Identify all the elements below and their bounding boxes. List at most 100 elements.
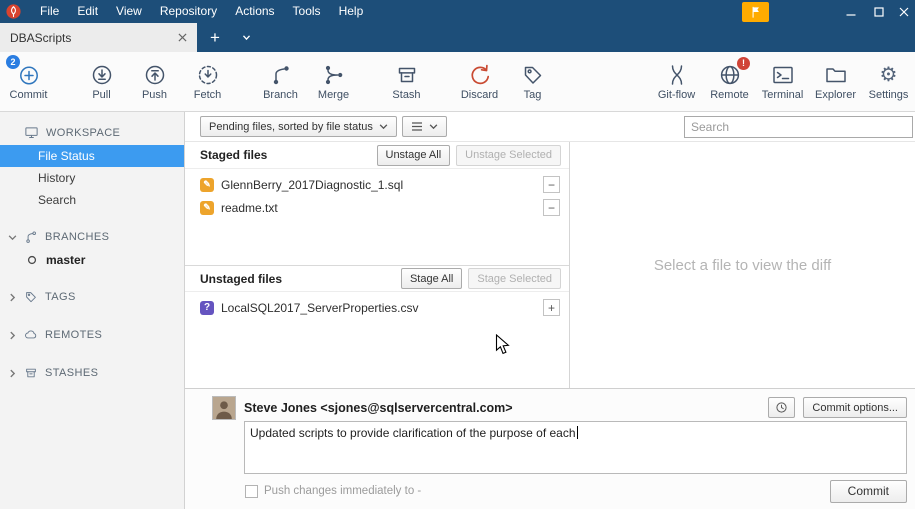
workspace-icon xyxy=(25,127,38,138)
remotes-cloud-icon xyxy=(25,330,37,339)
unstage-selected-button[interactable]: Unstage Selected xyxy=(456,144,561,166)
new-tab-button[interactable] xyxy=(197,23,233,52)
commit-button[interactable]: Commit xyxy=(829,479,907,503)
terminal-toolbar-button[interactable]: Terminal xyxy=(756,55,809,109)
sidebar-section-branches[interactable]: BRANCHES xyxy=(0,225,184,249)
tag-icon xyxy=(524,66,541,84)
window-controls xyxy=(742,0,915,23)
branch-toolbar-button[interactable]: Branch xyxy=(254,55,307,109)
staged-files-header: Staged files Unstage All Unstage Selecte… xyxy=(185,142,569,169)
filter-bar: Pending files, sorted by file status xyxy=(185,112,915,142)
fetch-icon xyxy=(198,65,217,84)
stage-all-button[interactable]: Stage All xyxy=(400,268,463,289)
fetch-toolbar-button[interactable]: Fetch xyxy=(181,55,234,109)
commit-count-badge: 2 xyxy=(6,54,20,69)
file-name: GlennBerry_2017Diagnostic_1.sql xyxy=(221,177,404,192)
commit-panel: Steve Jones <sjones@sqlservercentral.com… xyxy=(185,388,915,509)
tag-toolbar-button[interactable]: Tag xyxy=(506,55,559,109)
unstage-file-button[interactable] xyxy=(543,199,560,216)
staged-file-row[interactable]: GlennBerry_2017Diagnostic_1.sql xyxy=(185,173,569,196)
previous-messages-button[interactable] xyxy=(768,397,796,418)
close-icon xyxy=(899,7,909,16)
push-toolbar-button[interactable]: Push xyxy=(128,55,181,109)
search-input[interactable] xyxy=(684,115,913,138)
chevron-right-icon xyxy=(10,293,16,301)
gitflow-toolbar-button[interactable]: Git-flow xyxy=(650,55,703,109)
explorer-toolbar-button[interactable]: Explorer xyxy=(809,55,862,109)
merge-toolbar-button[interactable]: Merge xyxy=(307,55,360,109)
commit-icon xyxy=(19,66,38,84)
sidebar-item-file-status[interactable]: File Status xyxy=(0,145,184,167)
commit-options-button[interactable]: Commit options... xyxy=(803,397,907,418)
remote-alert-badge: ! xyxy=(737,56,750,70)
stage-file-button[interactable] xyxy=(543,299,560,316)
menu-help[interactable]: Help xyxy=(330,0,373,23)
chevron-down-icon xyxy=(8,234,17,240)
commit-message-input[interactable]: Updated scripts to provide clarification… xyxy=(244,421,907,474)
stash-toolbar-button[interactable]: Stash xyxy=(380,55,433,109)
text-caret xyxy=(576,426,578,439)
discard-icon xyxy=(471,64,489,84)
pull-toolbar-button[interactable]: Pull xyxy=(75,55,128,109)
remote-toolbar-button[interactable]: ! Remote xyxy=(703,55,756,109)
sidebar-section-workspace[interactable]: WORKSPACE xyxy=(0,120,184,145)
file-lists-pane: Staged files Unstage All Unstage Selecte… xyxy=(185,142,570,388)
stage-selected-button[interactable]: Stage Selected xyxy=(468,268,561,289)
tab-bar: DBAScripts xyxy=(0,23,915,52)
branch-dot-icon xyxy=(27,255,37,265)
chevron-down-icon xyxy=(429,124,438,130)
unstage-file-button[interactable] xyxy=(543,176,560,193)
commit-author: Steve Jones <sjones@sqlservercentral.com… xyxy=(244,400,513,415)
tab-close-icon[interactable] xyxy=(178,33,187,42)
sidebar-section-tags[interactable]: TAGS xyxy=(0,285,184,309)
view-options-button[interactable] xyxy=(401,116,447,137)
maximize-icon xyxy=(874,6,884,17)
chevron-down-icon xyxy=(379,124,388,130)
push-icon xyxy=(145,65,164,84)
minimize-button[interactable] xyxy=(837,0,865,23)
menu-repository[interactable]: Repository xyxy=(151,0,226,23)
tab-dbascripts[interactable]: DBAScripts xyxy=(0,23,197,52)
discard-toolbar-button[interactable]: Discard xyxy=(453,55,506,109)
sidebar-item-history[interactable]: History xyxy=(0,167,184,189)
title-bar: File Edit View Repository Actions Tools … xyxy=(0,0,915,23)
unstaged-files-header: Unstaged files Stage All Stage Selected xyxy=(185,265,569,292)
feedback-flag-button[interactable] xyxy=(742,1,769,22)
sourcetree-logo-icon xyxy=(6,4,21,19)
flag-icon xyxy=(752,6,759,18)
settings-toolbar-button[interactable]: Settings xyxy=(862,55,915,109)
unstage-all-button[interactable]: Unstage All xyxy=(376,144,451,166)
tab-title: DBAScripts xyxy=(10,30,72,45)
menu-actions[interactable]: Actions xyxy=(226,0,283,23)
pending-files-sort-dropdown[interactable]: Pending files, sorted by file status xyxy=(200,116,397,137)
chevron-right-icon xyxy=(10,369,16,377)
minimize-icon xyxy=(846,13,856,16)
tab-dropdown-button[interactable] xyxy=(233,23,259,52)
menu-tools[interactable]: Tools xyxy=(284,0,330,23)
maximize-button[interactable] xyxy=(865,0,893,23)
commit-toolbar-button[interactable]: 2 Commit xyxy=(2,54,55,109)
list-icon xyxy=(411,122,422,131)
sidebar-item-search[interactable]: Search xyxy=(0,189,184,211)
close-button[interactable] xyxy=(893,0,915,23)
unstaged-file-row[interactable]: LocalSQL2017_ServerProperties.csv xyxy=(185,296,569,319)
modified-icon xyxy=(200,200,214,215)
tags-icon xyxy=(26,292,36,303)
chevron-right-icon xyxy=(10,331,16,339)
push-immediately-checkbox[interactable] xyxy=(245,484,258,498)
menu-file[interactable]: File xyxy=(31,0,68,23)
sidebar-item-master-branch[interactable]: master xyxy=(0,249,184,271)
gear-icon xyxy=(880,63,898,87)
diff-panel: Select a file to view the diff xyxy=(570,142,915,388)
terminal-icon xyxy=(772,66,793,83)
staged-files-title: Staged files xyxy=(200,148,268,162)
clock-icon xyxy=(776,402,787,413)
push-immediately-label: Push changes immediately to - xyxy=(264,485,422,497)
staged-file-row[interactable]: readme.txt xyxy=(185,196,569,219)
menu-edit[interactable]: Edit xyxy=(68,0,107,23)
sidebar-section-stashes[interactable]: STASHES xyxy=(0,361,184,385)
sidebar-section-remotes[interactable]: REMOTES xyxy=(0,323,184,347)
menu-view[interactable]: View xyxy=(107,0,151,23)
staged-files-list: GlennBerry_2017Diagnostic_1.sql readme.t… xyxy=(185,169,569,265)
stashes-icon xyxy=(26,368,36,378)
